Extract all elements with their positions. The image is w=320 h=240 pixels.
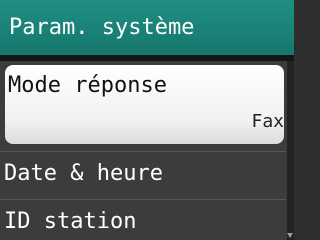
lcd-screen: Param. système Mode réponse Fax Date & h…	[0, 0, 294, 240]
menu-item-value: Fax	[251, 111, 284, 132]
page-title: Param. système	[0, 0, 294, 55]
menu-item-date-heure[interactable]: Date & heure	[0, 151, 286, 199]
scrollbar[interactable]	[287, 61, 294, 240]
menu-item-label: ID station	[4, 209, 137, 234]
scroll-down-arrow-icon[interactable]	[287, 233, 293, 238]
menu-item-label: Date & heure	[4, 161, 163, 186]
settings-menu-list: Mode réponse Fax Date & heure ID station	[0, 61, 294, 240]
menu-item-label: Mode réponse	[8, 73, 167, 98]
menu-item-mode-reponse[interactable]: Mode réponse Fax	[5, 65, 284, 144]
menu-item-id-station[interactable]: ID station	[0, 199, 286, 240]
